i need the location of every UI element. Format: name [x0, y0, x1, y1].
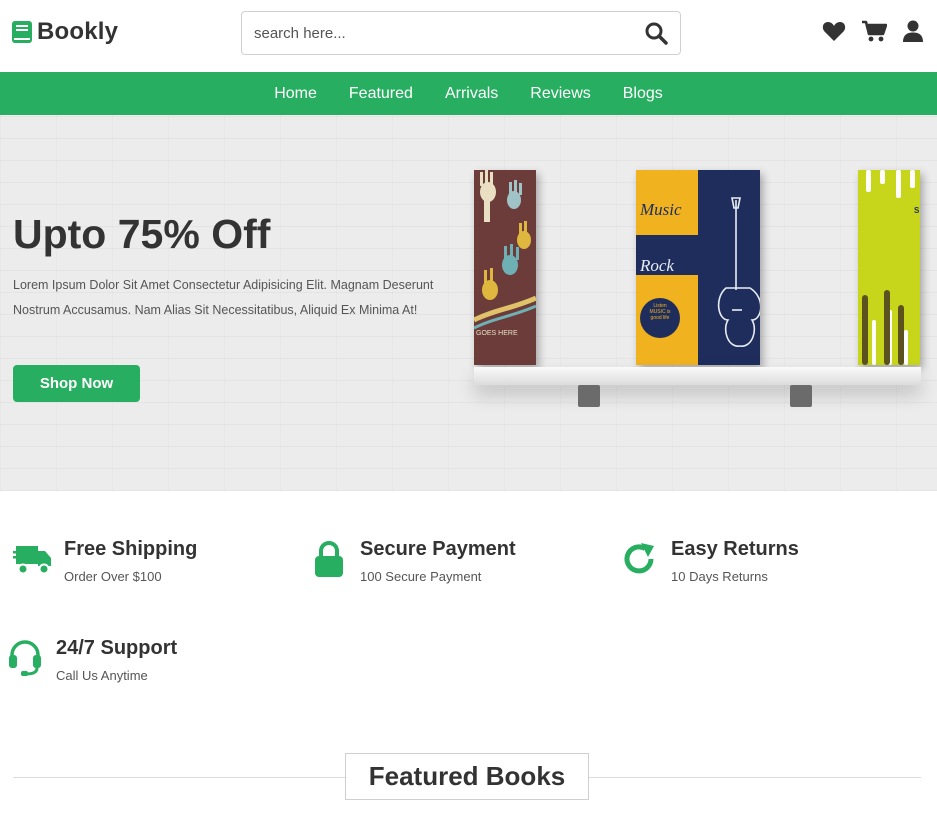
header-icons	[822, 20, 923, 47]
lock-icon	[308, 538, 350, 580]
feature-easy-returns: Easy Returns 10 Days Returns	[619, 538, 799, 584]
feature-title: Free Shipping	[64, 538, 198, 560]
feature-support: 24/7 Support Call Us Anytime	[4, 637, 177, 683]
book2-title2: Rock	[640, 256, 674, 275]
search-icon[interactable]	[644, 21, 670, 47]
shelf-bracket-left	[578, 385, 600, 407]
featured-books-heading: Featured Books	[345, 753, 589, 800]
book-cover-music[interactable]: Music Rock Listen MUSIC is good life	[636, 170, 760, 365]
feature-subtitle: Call Us Anytime	[56, 668, 148, 683]
brand-name: Bookly	[37, 18, 119, 45]
nav-reviews[interactable]: Reviews	[514, 85, 606, 103]
nav-home[interactable]: Home	[258, 85, 333, 103]
hero-description: Lorem Ipsum Dolor Sit Amet Consectetur A…	[13, 278, 434, 317]
feature-subtitle: Order Over $100	[64, 569, 162, 584]
feature-title: Secure Payment	[360, 538, 516, 560]
nav-featured[interactable]: Featured	[333, 85, 429, 103]
book2-badge: Listen MUSIC is good life	[649, 303, 671, 321]
book2-title1: Music	[640, 200, 682, 219]
header: Bookly	[0, 0, 937, 72]
logo[interactable]: Bookly	[12, 18, 118, 46]
feature-subtitle: 100 Secure Payment	[360, 569, 482, 584]
book1-caption: GOES HERE	[476, 330, 518, 337]
nav-arrivals[interactable]: Arrivals	[429, 85, 514, 103]
cart-icon[interactable]	[862, 20, 888, 47]
user-icon[interactable]	[903, 20, 923, 47]
feature-subtitle: 10 Days Returns	[671, 569, 768, 584]
nav-blogs[interactable]: Blogs	[607, 85, 679, 103]
book-cover-hands[interactable]: GOES HERE	[474, 170, 536, 365]
feature-secure-payment: Secure Payment 100 Secure Payment	[308, 538, 516, 584]
main-nav: Home Featured Arrivals Reviews Blogs	[0, 72, 937, 115]
truck-icon	[12, 538, 54, 580]
heart-icon[interactable]	[822, 20, 846, 47]
redo-icon	[619, 538, 661, 580]
shop-now-button[interactable]: Shop Now	[13, 365, 140, 402]
hero-title: Upto 75% Off	[13, 211, 271, 257]
feature-free-shipping: Free Shipping Order Over $100	[12, 538, 197, 584]
book-icon	[12, 21, 32, 43]
hero-banner: Upto 75% Off Lorem Ipsum Dolor Sit Amet …	[0, 115, 937, 491]
headset-icon	[4, 637, 46, 679]
bookshelf	[474, 367, 921, 385]
feature-title: Easy Returns	[671, 538, 799, 560]
feature-title: 24/7 Support	[56, 637, 178, 659]
search-box	[241, 11, 681, 55]
search-input[interactable]	[242, 12, 632, 54]
book-cover-stripes[interactable]: S	[858, 170, 920, 365]
shelf-bracket-right	[790, 385, 812, 407]
book3-caption: S	[914, 206, 920, 215]
